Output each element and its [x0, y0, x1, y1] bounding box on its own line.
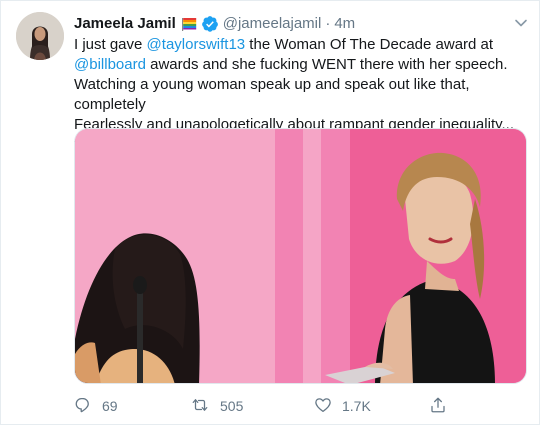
rainbow-flag-icon — [180, 16, 198, 32]
reply-icon — [74, 396, 92, 417]
chevron-down-icon[interactable] — [511, 13, 531, 33]
like-heart-icon — [314, 396, 332, 417]
separator-dot: · — [325, 15, 331, 32]
user-handle[interactable]: @jameelajamil — [223, 14, 322, 34]
verified-badge-icon — [201, 15, 219, 33]
retweet-button[interactable]: 505 — [190, 396, 243, 417]
reply-button[interactable]: 69 — [74, 396, 118, 417]
like-button[interactable]: 1.7K — [314, 396, 371, 417]
share-icon — [429, 396, 447, 417]
avatar[interactable] — [16, 12, 64, 60]
retweet-icon — [190, 396, 210, 417]
like-count: 1.7K — [342, 398, 371, 414]
mention-link-taylorswift13[interactable]: @taylorswift13 — [147, 36, 246, 53]
display-name[interactable]: Jameela Jamil — [74, 14, 176, 34]
tweet-text-part-1: I just gave — [74, 36, 147, 53]
share-button[interactable] — [429, 396, 447, 417]
tweet-header: Jameela Jamil @jameelajamil · 4m — [74, 13, 529, 35]
retweet-count: 505 — [220, 398, 244, 414]
timestamp[interactable]: 4m — [334, 14, 355, 34]
tweet-text-part-2: the Woman Of The Decade award at — [249, 36, 494, 53]
tweet-card[interactable]: Jameela Jamil @jameelajamil · 4m I just … — [0, 0, 540, 425]
tweet-actions: 69 505 1.7K — [74, 395, 514, 417]
mention-link-billboard[interactable]: @billboard — [74, 56, 146, 73]
reply-count: 69 — [102, 398, 118, 414]
tweet-photo[interactable] — [74, 128, 527, 384]
